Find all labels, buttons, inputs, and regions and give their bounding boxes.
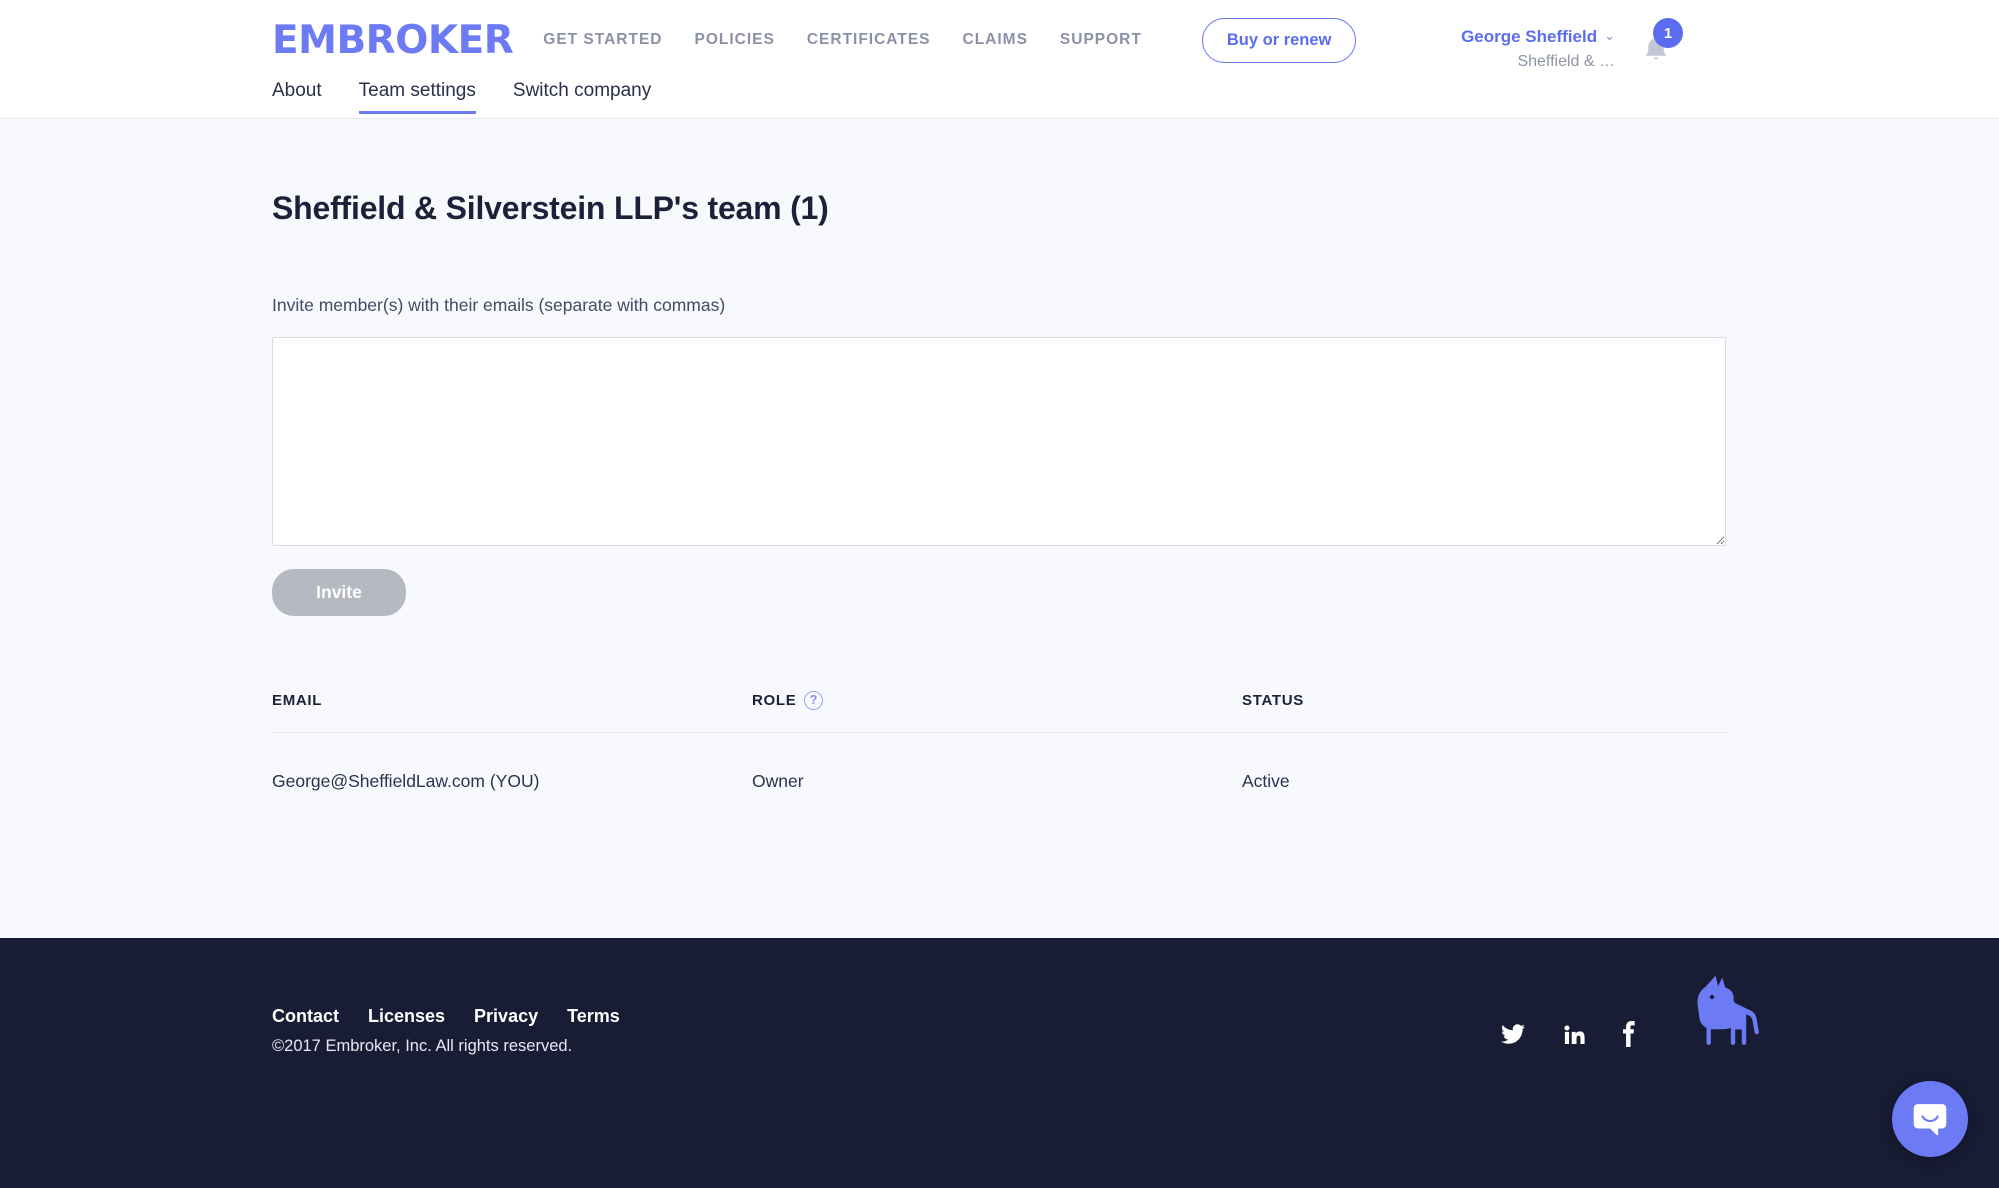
user-name-label: George Sheffield [1461, 27, 1598, 46]
nav-support[interactable]: SUPPORT [1060, 31, 1142, 49]
embroker-logo[interactable]: EMBROKER [272, 21, 514, 60]
tab-switch-company[interactable]: Switch company [513, 80, 651, 114]
tab-team-settings[interactable]: Team settings [358, 80, 476, 114]
invite-emails-textarea[interactable] [272, 337, 1726, 546]
twitter-icon[interactable] [1499, 1022, 1527, 1046]
team-members-table: EMAIL ROLE ? STATUS George@SheffieldLaw.… [272, 691, 1726, 792]
footer-social-links [1499, 1021, 1637, 1047]
footer-link-licenses[interactable]: Licenses [368, 1006, 445, 1027]
invite-field-label: Invite member(s) with their emails (sepa… [272, 295, 726, 315]
embroker-dog-logo [1697, 975, 1759, 1045]
secondary-navigation: About Team settings Switch company [0, 80, 1999, 118]
user-company-label: Sheffield & … [1517, 53, 1615, 70]
linkedin-icon[interactable] [1562, 1022, 1586, 1046]
site-header: EMBROKER GET STARTED POLICIES CERTIFICAT… [0, 0, 1999, 119]
page-title: Sheffield & Silverstein LLP's team (1) [272, 190, 829, 226]
header-bottom-divider [0, 118, 1999, 119]
table-header-row: EMAIL ROLE ? STATUS [272, 691, 1726, 733]
table-row: George@SheffieldLaw.com (YOU) Owner Acti… [272, 733, 1726, 792]
footer-link-contact[interactable]: Contact [272, 1006, 339, 1027]
nav-certificates[interactable]: CERTIFICATES [807, 31, 931, 49]
page-root: EMBROKER GET STARTED POLICIES CERTIFICAT… [0, 0, 1999, 1188]
notification-count-badge: 1 [1653, 18, 1683, 48]
user-menu[interactable]: George Sheffield ⌄ Sheffield & … [1461, 26, 1615, 72]
invite-button[interactable]: Invite [272, 569, 406, 616]
tab-about[interactable]: About [272, 80, 322, 114]
nav-get-started[interactable]: GET STARTED [543, 31, 662, 49]
nav-claims[interactable]: CLAIMS [963, 31, 1028, 49]
cell-status: Active [1242, 771, 1290, 791]
notifications-button[interactable]: 1 [1643, 18, 1683, 63]
buy-or-renew-button[interactable]: Buy or renew [1201, 17, 1357, 63]
header-user-area: George Sheffield ⌄ Sheffield & … 1 [1461, 18, 1683, 72]
help-circle-icon[interactable]: ? [804, 691, 824, 710]
cell-email: George@SheffieldLaw.com (YOU) [272, 771, 540, 791]
column-header-role-label: ROLE [752, 692, 797, 709]
chat-widget-button[interactable] [1892, 1081, 1968, 1157]
primary-navigation: GET STARTED POLICIES CERTIFICATES CLAIMS… [543, 17, 1357, 63]
footer-link-terms[interactable]: Terms [567, 1006, 620, 1027]
facebook-icon[interactable] [1621, 1021, 1637, 1047]
nav-policies[interactable]: POLICIES [694, 31, 774, 49]
footer-link-privacy[interactable]: Privacy [474, 1006, 538, 1027]
main-content: Sheffield & Silverstein LLP's team (1) I… [0, 118, 1999, 938]
column-header-email: EMAIL [272, 692, 323, 709]
chevron-down-icon: ⌄ [1604, 28, 1615, 43]
cell-role: Owner [752, 771, 804, 791]
column-header-role: ROLE ? [752, 691, 1242, 710]
column-header-status: STATUS [1242, 692, 1304, 709]
chat-bubble-icon [1913, 1104, 1947, 1136]
header-main-row: EMBROKER GET STARTED POLICIES CERTIFICAT… [0, 0, 1999, 80]
